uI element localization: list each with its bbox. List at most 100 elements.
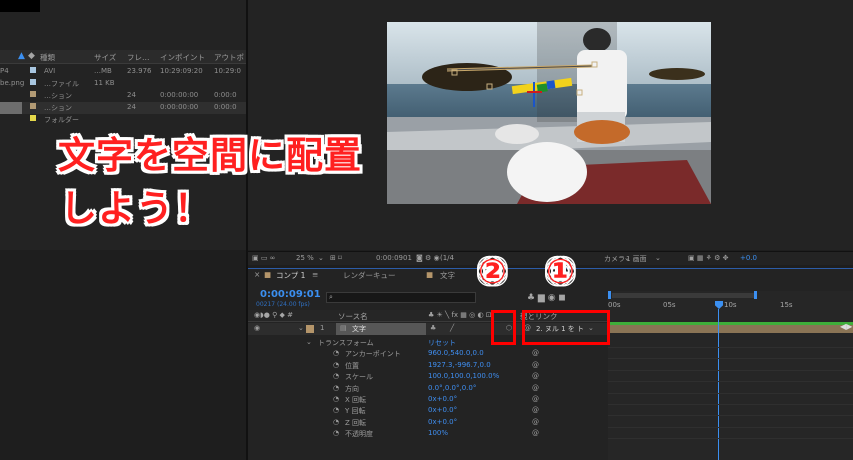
expand-arrow-icon[interactable]: ⌄ <box>306 338 312 346</box>
label-swatch[interactable] <box>30 103 36 109</box>
layer-switch-icons[interactable]: ♣ ☀ ╲ fx ▦ ◎ ◐ ⊡ <box>428 311 492 319</box>
expression-pickwhip-icon[interactable]: @ <box>532 384 539 392</box>
property-label: 不透明度 <box>345 430 373 439</box>
project-search-bar[interactable] <box>0 32 246 42</box>
property-value[interactable]: 0x+0.0° <box>428 395 457 403</box>
property-value[interactable]: 960.0,540.0,0.0 <box>428 349 484 357</box>
label-tag-icon[interactable]: ◆ <box>28 51 35 61</box>
tab-text[interactable]: 文字 <box>440 270 455 284</box>
expression-pickwhip-icon[interactable]: @ <box>532 429 539 437</box>
stopwatch-icon[interactable]: ◔ <box>333 418 339 426</box>
label-swatch[interactable] <box>30 79 36 85</box>
expression-pickwhip-icon[interactable]: @ <box>532 349 539 357</box>
work-area-end[interactable] <box>754 291 757 299</box>
property-row[interactable]: ◔ アンカーポイント 960.0,540.0,0.0 @ <box>248 348 608 359</box>
composition-frame[interactable] <box>387 22 711 204</box>
label-swatch[interactable] <box>30 91 36 97</box>
quality-switch-icon[interactable]: ╱ <box>450 324 454 332</box>
close-tab-icon[interactable]: × <box>254 270 260 284</box>
property-label: スケール <box>345 373 373 382</box>
viewer-extra-icons[interactable]: ▣ ▦ ⚘ ⚙ ✥ <box>688 254 729 262</box>
property-value[interactable]: 100% <box>428 429 448 437</box>
drummer-scene-image <box>387 22 711 204</box>
column-type[interactable]: 種類 <box>40 52 55 63</box>
expression-pickwhip-icon[interactable]: @ <box>532 395 539 403</box>
label-swatch[interactable] <box>30 115 36 121</box>
layer-label-swatch[interactable] <box>306 325 314 333</box>
work-area-start[interactable] <box>608 291 611 299</box>
current-time-display[interactable]: 0:00:0901 <box>376 254 412 262</box>
timeline-current-time[interactable]: 0:00:09:01 <box>260 289 321 300</box>
column-inpoint[interactable]: インポイント <box>160 52 205 63</box>
stopwatch-icon[interactable]: ◔ <box>333 384 339 392</box>
project-item-row[interactable]: …ション 24 0:00:00:00 0:00:0 <box>0 90 246 102</box>
project-item-row[interactable]: …ション 24 0:00:00:00 0:00:0 <box>0 102 246 114</box>
stopwatch-icon[interactable]: ◔ <box>333 429 339 437</box>
shy-switch-icon[interactable]: ♣ <box>430 324 436 332</box>
property-row[interactable]: ◔ Y 回転 0x+0.0° @ <box>248 405 608 416</box>
project-item-outpoint: 0:00:0 <box>214 91 237 99</box>
tab-comp[interactable]: コンプ 1 <box>276 270 305 284</box>
stopwatch-icon[interactable]: ◔ <box>333 372 339 380</box>
layer-search-input[interactable]: ⌕ <box>326 292 476 303</box>
column-outpoint[interactable]: アウトポ <box>214 52 244 63</box>
stopwatch-icon[interactable]: ◔ <box>333 395 339 403</box>
project-item-type: AVI <box>44 67 56 75</box>
project-item-row[interactable]: P4 AVI …MB 23.976 10:29:09:20 10:29:0 <box>0 66 246 78</box>
column-framerate[interactable]: フレ… <box>127 52 150 63</box>
property-label: 位置 <box>345 361 359 370</box>
layer-name[interactable]: 文字 <box>352 324 366 334</box>
annotation-title-line1: 文字を空間に配置 <box>58 134 362 177</box>
property-row[interactable]: ◔ 位置 1927.3,-996.7,0.0 @ <box>248 360 608 371</box>
property-row[interactable]: ◔ Z 回転 0x+0.0° @ <box>248 417 608 428</box>
expression-pickwhip-icon[interactable]: @ <box>532 372 539 380</box>
property-value[interactable]: リセット <box>428 338 456 348</box>
stopwatch-icon[interactable]: ◔ <box>333 361 339 369</box>
stopwatch-icon[interactable]: ◔ <box>333 349 339 357</box>
tab-render-queue[interactable]: レンダーキュー <box>343 270 396 284</box>
column-size[interactable]: サイズ <box>94 52 116 63</box>
property-row[interactable]: ◔ 不透明度 100% @ <box>248 428 608 439</box>
grid-toggle-icon[interactable]: ⊞ ⌑ <box>330 254 342 262</box>
timeline-frame-count: 00217 (24.00 fps) <box>256 301 310 308</box>
time-graph[interactable]: 00s 05s 10s 15s ◀▶ <box>608 291 853 460</box>
property-row[interactable]: ◔ スケール 100.0,100.0,100.0% @ <box>248 371 608 382</box>
eye-icon[interactable]: ◉ <box>254 324 260 332</box>
av-switch-icons[interactable]: ◉◗● ⚲ ◆ # <box>254 311 293 319</box>
camera-select[interactable]: カメラ <box>604 254 625 264</box>
views-dropdown-icon[interactable]: ⌄ <box>655 254 661 262</box>
stopwatch-icon[interactable]: ◔ <box>333 406 339 414</box>
project-item-row[interactable]: be.png …ファイル 11 KB <box>0 78 246 90</box>
resolution-select[interactable]: (1/4 <box>440 254 454 262</box>
tab-menu-icon[interactable]: ≡ <box>312 270 318 284</box>
layer-bar[interactable] <box>608 325 853 333</box>
label-swatch[interactable] <box>30 67 36 73</box>
views-select[interactable]: 1 画面 <box>626 254 647 264</box>
comp-tab-swatch: ■ <box>264 270 272 279</box>
property-value[interactable]: 1927.3,-996.7,0.0 <box>428 361 491 369</box>
property-value[interactable]: 0x+0.0° <box>428 406 457 414</box>
zoom-select[interactable]: 25 % <box>296 254 314 262</box>
property-value[interactable]: 0x+0.0° <box>428 418 457 426</box>
expand-arrow-icon[interactable]: ⌄ <box>298 324 304 332</box>
snapshot-icon[interactable]: ◙ ⚙ ◉ <box>416 254 440 262</box>
timeline-switch-icons[interactable]: ♣ ▆ ◉ ◼ <box>527 293 566 303</box>
work-area-bar[interactable] <box>612 293 756 298</box>
zoom-dropdown-icon[interactable]: ⌄ <box>318 254 324 262</box>
property-value[interactable]: 0.0°,0.0°,0.0° <box>428 384 476 392</box>
exposure-value[interactable]: +0.0 <box>740 254 757 262</box>
expression-pickwhip-icon[interactable]: @ <box>532 418 539 426</box>
search-icon: ⌕ <box>329 293 333 301</box>
view-options-icon[interactable]: ▣ ▭ ∞ <box>252 254 276 262</box>
property-value[interactable]: 100.0,100.0,100.0% <box>428 372 499 380</box>
expression-pickwhip-icon[interactable]: @ <box>532 406 539 414</box>
layer-end-marker-icon[interactable]: ◀▶ <box>840 322 852 331</box>
sort-arrow-icon[interactable]: ▲ <box>18 51 25 61</box>
graph-row-divider <box>608 347 853 348</box>
text-tab-swatch: ■ <box>426 270 434 279</box>
column-source-name[interactable]: ソース名 <box>338 311 368 322</box>
expression-pickwhip-icon[interactable]: @ <box>532 361 539 369</box>
time-ruler[interactable]: 00s 05s 10s 15s <box>608 301 853 311</box>
property-row[interactable]: ◔ X 回転 0x+0.0° @ <box>248 394 608 405</box>
property-row[interactable]: ◔ 方向 0.0°,0.0°,0.0° @ <box>248 383 608 394</box>
